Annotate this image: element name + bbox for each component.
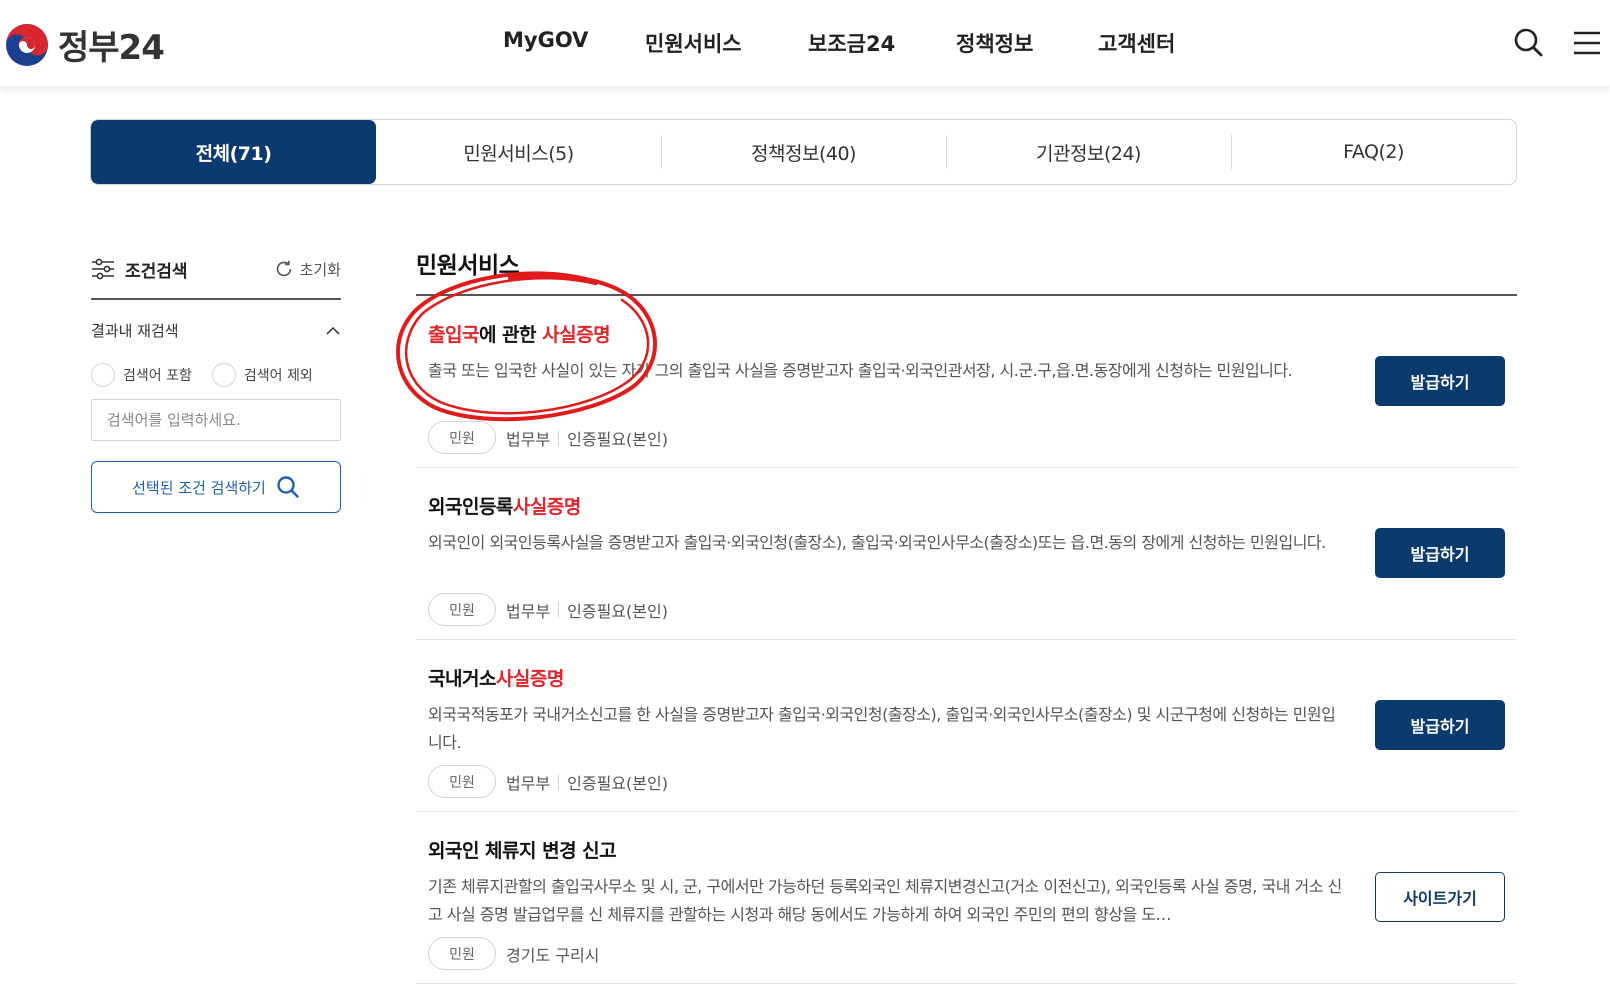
type-badge: 민원	[428, 765, 496, 798]
search-icon[interactable]	[1512, 26, 1546, 60]
title-highlight: 사실증명	[495, 668, 564, 690]
filter-header: 조건검색 초기화	[91, 250, 341, 300]
auth-requirement: 인증필요(본인)	[567, 773, 668, 793]
radio-exclude-label: 검색어 제외	[243, 368, 313, 384]
research-input[interactable]	[91, 399, 341, 441]
tab-faq[interactable]: FAQ(2)	[1231, 120, 1516, 184]
issue-button[interactable]: 발급하기	[1375, 528, 1505, 578]
result-title[interactable]: 외국인등록사실증명	[428, 492, 1517, 519]
tab-all[interactable]: 전체(71)	[91, 120, 376, 184]
result-meta: 민원 법무부 인증필요(본인)	[428, 593, 1517, 626]
result-meta: 민원 법무부 인증필요(본인)	[428, 765, 1517, 798]
radio-include-circle[interactable]	[91, 363, 115, 387]
search-icon	[277, 476, 299, 498]
radio-exclude-keyword[interactable]: 검색어 제외	[211, 363, 313, 387]
menu-icon[interactable]	[1570, 26, 1604, 60]
chevron-up-icon[interactable]	[325, 326, 341, 336]
nav-mygov[interactable]: MyGOV	[503, 28, 588, 52]
result-meta: 민원 경기도 구리시	[428, 937, 1517, 970]
result-item: 국내거소사실증명 외국국적동포가 국내거소신고를 한 사실을 증명받고자 출입국…	[416, 640, 1517, 812]
agency-name: 법무부	[506, 429, 551, 449]
search-selected-label: 선택된 조건 검색하기	[132, 478, 266, 497]
title-text: 외국인등록	[428, 496, 513, 518]
result-item: 외국인등록사실증명 외국인이 외국인등록사실을 증명받고자 출입국·외국인청(출…	[416, 468, 1517, 640]
result-title[interactable]: 외국인 체류지 변경 신고	[428, 836, 1517, 863]
result-description: 출국 또는 입국한 사실이 있는 자가 그의 출입국 사실을 증명받고자 출입국…	[428, 361, 1293, 380]
nav-policy-info[interactable]: 정책정보	[956, 28, 1033, 58]
nav-civil-service[interactable]: 민원서비스	[645, 28, 742, 58]
refresh-icon	[276, 260, 291, 277]
radio-include-label: 검색어 포함	[123, 368, 192, 384]
search-selected-conditions-button[interactable]: 선택된 조건 검색하기	[91, 461, 341, 513]
type-badge: 민원	[428, 421, 496, 454]
title-text: 국내거소	[428, 668, 496, 690]
tab-agency-info[interactable]: 기관정보(24)	[946, 120, 1231, 184]
reset-label: 초기화	[299, 260, 341, 279]
research-accordion-header[interactable]: 결과내 재검색	[91, 320, 341, 341]
section-title: 민원서비스	[416, 246, 1517, 296]
site-header: 정부24 MyGOV 민원서비스 보조금24 정책정보 고객센터	[0, 0, 1610, 86]
reset-button[interactable]: 초기화	[274, 259, 341, 280]
tab-policy-info[interactable]: 정책정보(40)	[661, 120, 946, 184]
agency-name: 법무부	[506, 773, 551, 793]
auth-requirement: 인증필요(본인)	[567, 601, 668, 621]
result-description: 외국인이 외국인등록사실을 증명받고자 출입국·외국인청(출장소), 출입국·외…	[428, 533, 1326, 552]
result-title[interactable]: 국내거소사실증명	[428, 664, 1517, 691]
title-highlight: 사실증명	[512, 496, 581, 518]
nav-customer-center[interactable]: 고객센터	[1098, 28, 1175, 58]
result-description: 기존 체류지관할의 출입국사무소 및 시, 군, 구에서만 가능하던 등록외국인…	[428, 877, 1342, 924]
filter-title: 조건검색	[91, 257, 188, 282]
meta-divider	[558, 429, 560, 446]
meta-divider	[558, 773, 560, 790]
title-highlight: 사실증명	[542, 324, 611, 346]
results-section: 민원서비스 출입국에 관한 사실증명 출국 또는 입국한 사실이 있는 자가 그…	[416, 246, 1517, 984]
result-item: 외국인 체류지 변경 신고 기존 체류지관할의 출입국사무소 및 시, 군, 구…	[416, 812, 1517, 984]
result-category-tabs: 전체(71) 민원서비스(5) 정책정보(40) 기관정보(24) FAQ(2)	[90, 119, 1517, 185]
filter-sliders-icon	[92, 258, 114, 280]
title-highlight: 출입국	[428, 324, 479, 346]
result-description: 외국국적동포가 국내거소신고를 한 사실을 증명받고자 출입국·외국인청(출장소…	[428, 705, 1336, 752]
filter-sidebar: 조건검색 초기화 결과내 재검색 검색어 포함 검색어 제외 선택된 조건 검색…	[91, 250, 341, 513]
meta-divider	[558, 601, 560, 618]
result-meta: 민원 법무부 인증필요(본인)	[428, 421, 1517, 454]
nav-subsidy24[interactable]: 보조금24	[808, 28, 895, 58]
issue-button[interactable]: 발급하기	[1375, 356, 1505, 406]
title-text: 에 관한	[478, 324, 543, 346]
result-title[interactable]: 출입국에 관한 사실증명	[428, 320, 1517, 347]
issue-button[interactable]: 발급하기	[1375, 700, 1505, 750]
type-badge: 민원	[428, 593, 496, 626]
auth-requirement: 인증필요(본인)	[567, 429, 668, 449]
global-nav: MyGOV 민원서비스 보조금24 정책정보 고객센터	[0, 28, 1610, 58]
visit-site-button[interactable]: 사이트가기	[1375, 872, 1505, 922]
keyword-mode-radios: 검색어 포함 검색어 제외	[91, 363, 341, 387]
radio-exclude-circle[interactable]	[211, 363, 236, 387]
agency-name: 경기도 구리시	[506, 945, 600, 965]
research-label: 결과내 재검색	[91, 322, 179, 340]
filter-title-label: 조건검색	[125, 261, 188, 282]
result-item: 출입국에 관한 사실증명 출국 또는 입국한 사실이 있는 자가 그의 출입국 …	[416, 296, 1517, 468]
agency-name: 법무부	[506, 601, 551, 621]
radio-include-keyword[interactable]: 검색어 포함	[91, 363, 192, 387]
type-badge: 민원	[428, 937, 496, 970]
tab-civil-service[interactable]: 민원서비스(5)	[376, 120, 661, 184]
